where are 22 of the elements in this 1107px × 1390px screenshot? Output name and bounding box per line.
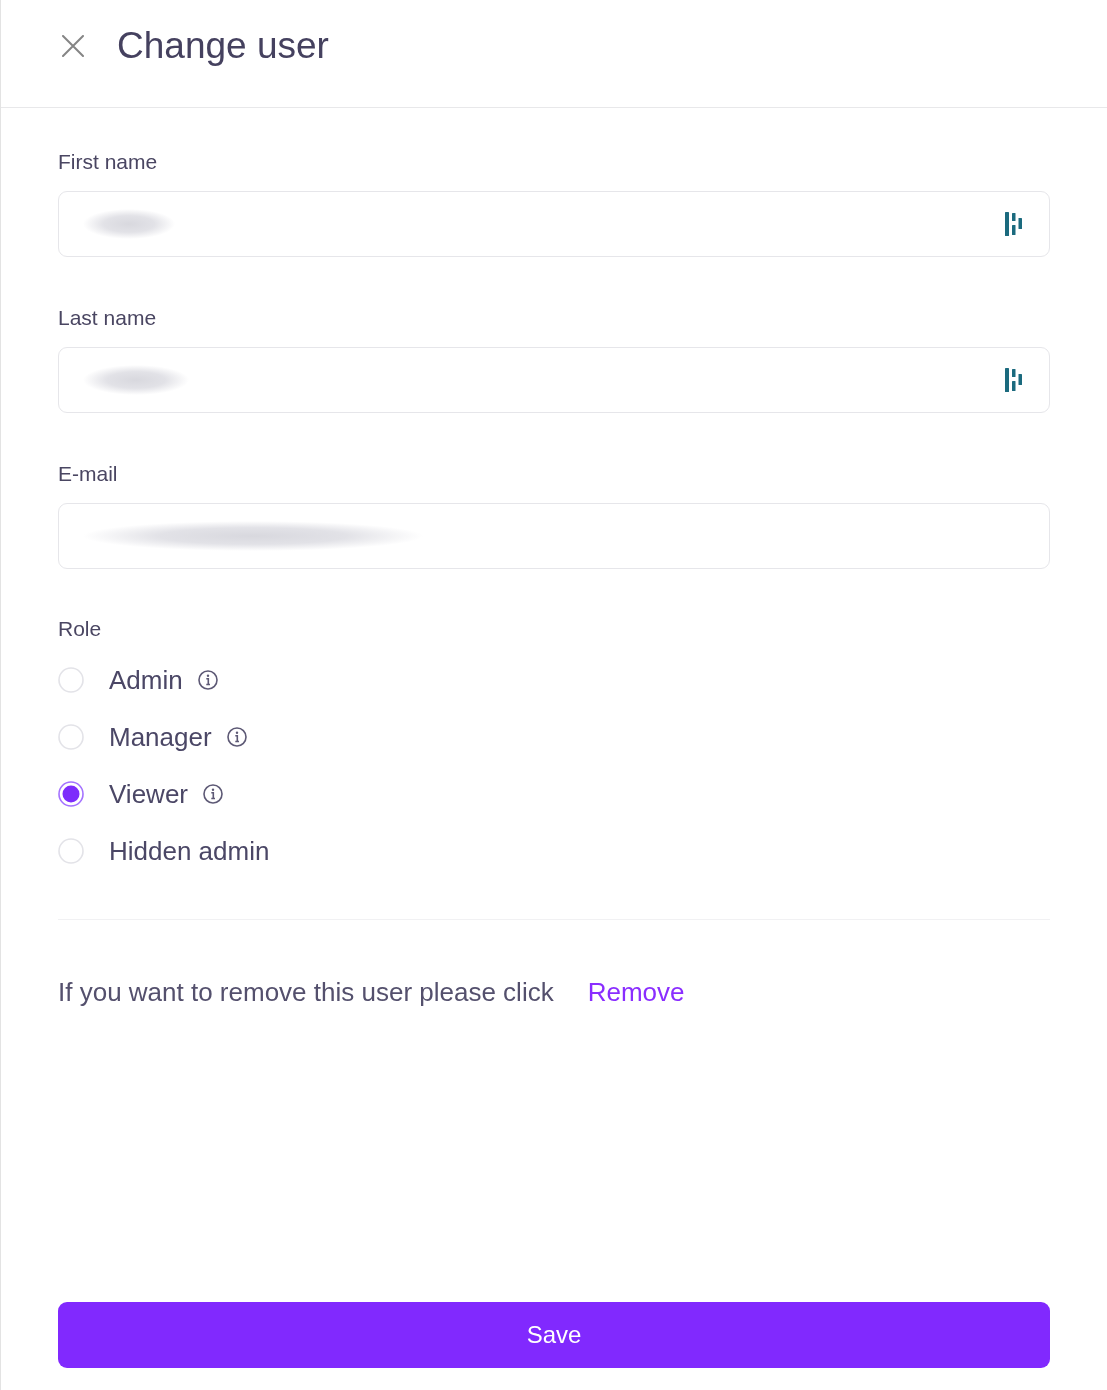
role-option-label[interactable]: Manager — [109, 722, 212, 752]
bars-icon[interactable] — [1005, 212, 1023, 236]
remove-link[interactable]: Remove — [587, 977, 685, 1007]
role-option-label[interactable]: Admin — [109, 665, 183, 695]
text-field[interactable] — [58, 503, 1050, 569]
info-icon[interactable] — [203, 784, 223, 804]
role-option-label[interactable]: Hidden admin — [109, 836, 270, 866]
info-icon[interactable] — [226, 727, 247, 747]
field-label: First name — [58, 150, 158, 174]
radio-button[interactable] — [58, 781, 84, 807]
bars-icon[interactable] — [1005, 368, 1023, 392]
role-label: Role — [58, 617, 102, 641]
save-button[interactable]: Save — [58, 1302, 1050, 1368]
text-field[interactable] — [58, 347, 1050, 413]
role-option-label[interactable]: Viewer — [109, 779, 188, 809]
field-label: Last name — [58, 306, 157, 330]
close-icon[interactable] — [62, 34, 84, 57]
dialog-title: Change user — [117, 23, 329, 68]
field-label: E-mail — [58, 462, 118, 486]
text-field[interactable] — [58, 191, 1050, 257]
remove-notice-text: If you want to remove this user please click — [58, 977, 554, 1007]
info-icon[interactable] — [197, 670, 218, 690]
